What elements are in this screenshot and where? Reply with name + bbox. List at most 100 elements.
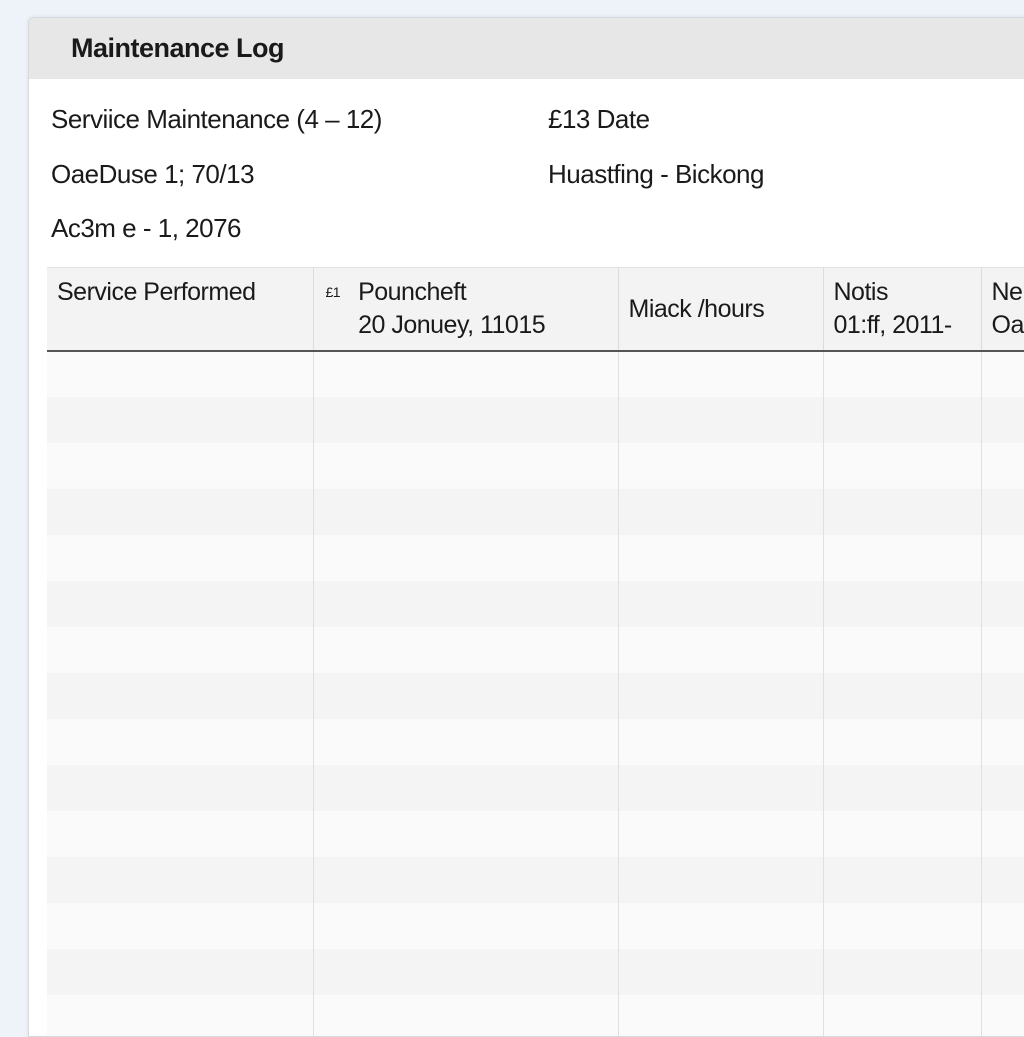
table-row[interactable] (47, 351, 1024, 397)
table-cell[interactable] (313, 351, 619, 397)
table-cell[interactable] (313, 995, 619, 1036)
table-cell[interactable] (618, 719, 824, 765)
table-cell[interactable] (823, 673, 982, 719)
table-cell[interactable] (981, 857, 1024, 903)
table-cell[interactable] (313, 719, 619, 765)
table-cell[interactable] (47, 995, 314, 1036)
table-cell[interactable] (313, 489, 619, 535)
table-cell[interactable] (823, 535, 982, 581)
table-cell[interactable] (618, 995, 824, 1036)
table-cell[interactable] (618, 397, 824, 443)
col-header-hours[interactable]: Miack /hours (618, 267, 824, 352)
table-cell[interactable] (47, 673, 314, 719)
table-cell[interactable] (981, 351, 1024, 397)
table-cell[interactable] (47, 949, 314, 995)
table-cell[interactable] (618, 443, 824, 489)
table-cell[interactable] (313, 949, 619, 995)
table-cell[interactable] (47, 397, 314, 443)
table-cell[interactable] (618, 903, 824, 949)
table-row[interactable] (47, 765, 1024, 811)
table-cell[interactable] (981, 903, 1024, 949)
table-cell[interactable] (823, 719, 982, 765)
table-cell[interactable] (47, 443, 314, 489)
table-cell[interactable] (47, 857, 314, 903)
table-cell[interactable] (618, 581, 824, 627)
table-cell[interactable] (823, 351, 982, 397)
table-cell[interactable] (47, 535, 314, 581)
table-row[interactable] (47, 719, 1024, 765)
maintenance-table: Service Performed £1 Pouncheft 20 Jonuey,… (47, 267, 1024, 1036)
table-cell[interactable] (618, 673, 824, 719)
info-line-3-left: Ac3m e - 1, 2076 (51, 213, 242, 243)
table-cell[interactable] (47, 811, 314, 857)
service-label: Serviice Maintenance (4 – 12) (51, 104, 382, 134)
table-cell[interactable] (47, 903, 314, 949)
table-cell[interactable] (823, 397, 982, 443)
table-cell[interactable] (981, 627, 1024, 673)
table-cell[interactable] (47, 719, 314, 765)
table-cell[interactable] (47, 627, 314, 673)
table-row[interactable] (47, 949, 1024, 995)
table-cell[interactable] (313, 673, 619, 719)
table-cell[interactable] (981, 719, 1024, 765)
table-cell[interactable] (618, 857, 824, 903)
table-row[interactable] (47, 627, 1024, 673)
table-row[interactable] (47, 581, 1024, 627)
table-cell[interactable] (618, 535, 824, 581)
table-row[interactable] (47, 857, 1024, 903)
table-cell[interactable] (313, 581, 619, 627)
table-row[interactable] (47, 397, 1024, 443)
col-header-service[interactable]: Service Performed (47, 267, 314, 352)
table-cell[interactable] (981, 581, 1024, 627)
table-cell[interactable] (823, 811, 982, 857)
table-cell[interactable] (618, 351, 824, 397)
table-row[interactable] (47, 535, 1024, 581)
table-cell[interactable] (823, 627, 982, 673)
table-cell[interactable] (618, 627, 824, 673)
table-cell[interactable] (618, 949, 824, 995)
table-cell[interactable] (313, 903, 619, 949)
table-cell[interactable] (618, 811, 824, 857)
table-cell[interactable] (981, 443, 1024, 489)
table-cell[interactable] (981, 535, 1024, 581)
table-cell[interactable] (823, 903, 982, 949)
table-cell[interactable] (313, 627, 619, 673)
table-row[interactable] (47, 995, 1024, 1036)
table-cell[interactable] (313, 535, 619, 581)
info-line-2-right: Huastfing - Bickong (548, 159, 764, 189)
table-cell[interactable] (823, 765, 982, 811)
table-cell[interactable] (618, 489, 824, 535)
col-header-notes[interactable]: Notis 01:ff, 2011- (823, 267, 982, 352)
table-cell[interactable] (313, 443, 619, 489)
table-cell[interactable] (981, 765, 1024, 811)
table-row[interactable] (47, 903, 1024, 949)
table-row[interactable] (47, 489, 1024, 535)
table-cell[interactable] (981, 397, 1024, 443)
table-cell[interactable] (313, 765, 619, 811)
table-cell[interactable] (313, 811, 619, 857)
table-cell[interactable] (618, 765, 824, 811)
table-cell[interactable] (47, 581, 314, 627)
table-cell[interactable] (981, 489, 1024, 535)
table-cell[interactable] (823, 995, 982, 1036)
col-header-pouncheft[interactable]: £1 Pouncheft 20 Jonuey, 11015 (313, 267, 619, 352)
table-cell[interactable] (47, 765, 314, 811)
table-cell[interactable] (313, 397, 619, 443)
table-cell[interactable] (981, 949, 1024, 995)
table-cell[interactable] (981, 673, 1024, 719)
table-cell[interactable] (823, 949, 982, 995)
col-icon: £1 (325, 284, 341, 300)
table-cell[interactable] (981, 995, 1024, 1036)
table-row[interactable] (47, 811, 1024, 857)
table-cell[interactable] (981, 811, 1024, 857)
table-cell[interactable] (313, 857, 619, 903)
table-cell[interactable] (823, 443, 982, 489)
table-cell[interactable] (823, 581, 982, 627)
table-cell[interactable] (47, 489, 314, 535)
table-cell[interactable] (47, 351, 314, 397)
table-row[interactable] (47, 443, 1024, 489)
table-cell[interactable] (823, 857, 982, 903)
table-cell[interactable] (823, 489, 982, 535)
col-header-next[interactable]: Ne Oa (981, 267, 1024, 352)
table-row[interactable] (47, 673, 1024, 719)
